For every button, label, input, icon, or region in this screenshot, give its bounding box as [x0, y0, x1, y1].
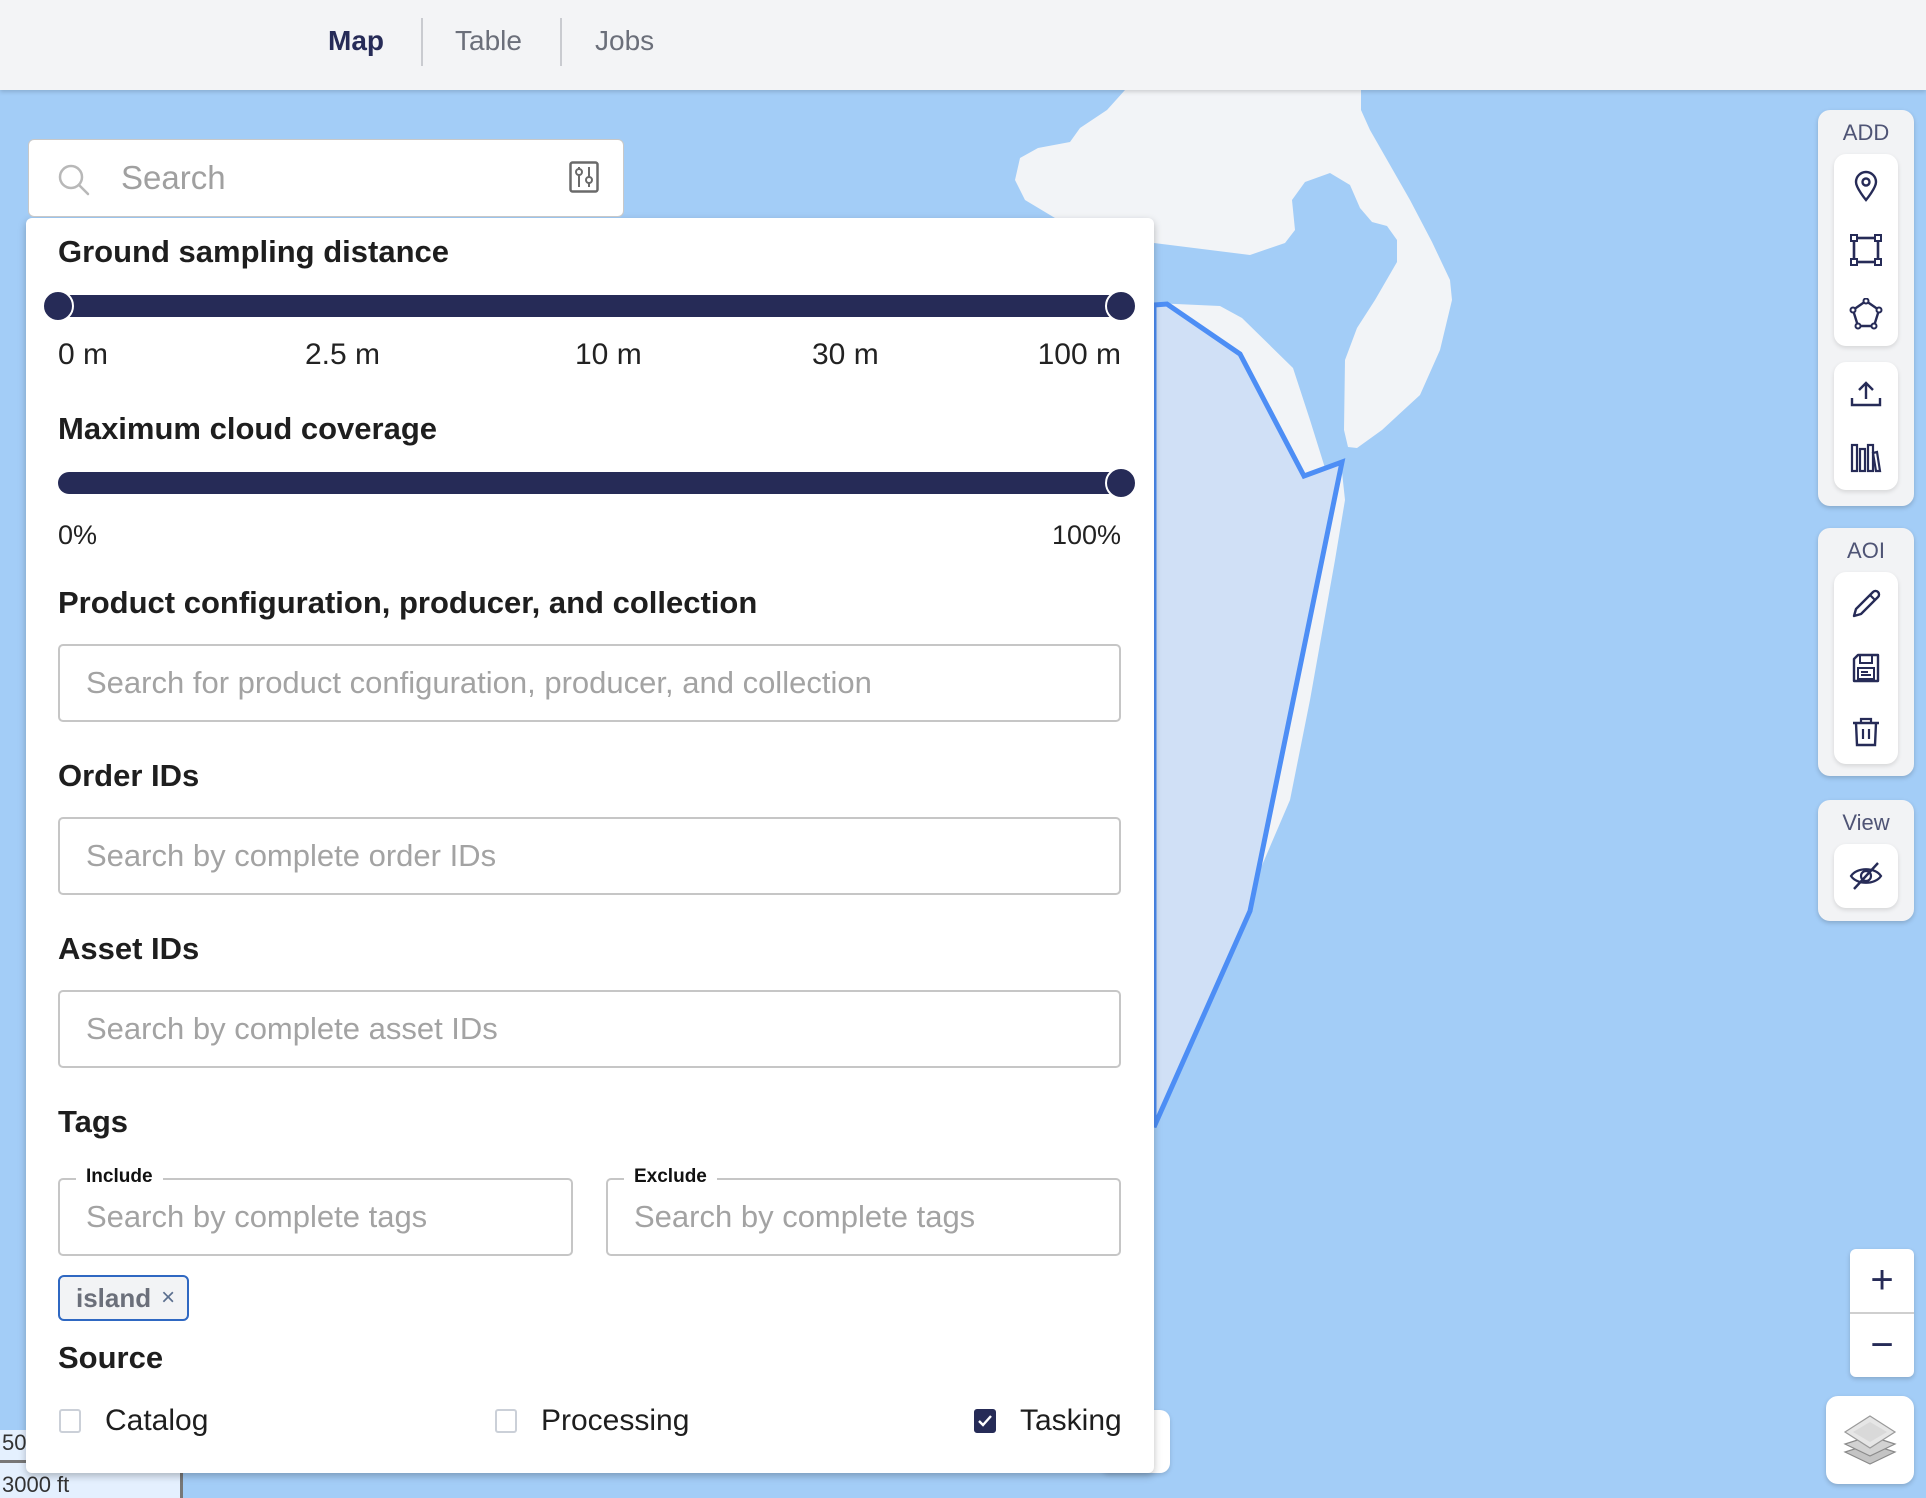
checkbox[interactable]	[974, 1409, 996, 1433]
layers-button[interactable]	[1826, 1396, 1914, 1484]
tags-include-label: Include	[76, 1166, 163, 1188]
eye-off-icon	[1849, 862, 1883, 890]
zoom-in-button[interactable]: +	[1850, 1249, 1914, 1312]
scale-imperial: 3000 ft	[2, 1472, 70, 1497]
import-tools-card	[1834, 362, 1898, 490]
search-icon	[58, 164, 90, 196]
library-icon	[1850, 443, 1882, 473]
aoi-tools-card	[1834, 572, 1898, 764]
delete-aoi-button[interactable]	[1834, 700, 1898, 764]
save-icon	[1852, 653, 1880, 683]
upload-button[interactable]	[1834, 362, 1898, 426]
order-ids-heading: Order IDs	[58, 758, 200, 793]
add-polygon-button[interactable]	[1834, 282, 1898, 346]
source-tasking-checkbox[interactable]: Tasking	[974, 1404, 1122, 1438]
top-nav: Map Table Jobs	[0, 0, 1926, 90]
view-tools-card	[1834, 844, 1898, 908]
gsd-tick-label: 100 m	[1037, 338, 1121, 371]
tags-include-field: Include	[58, 1166, 573, 1256]
asset-ids-heading: Asset IDs	[58, 931, 200, 966]
search-bar	[28, 139, 624, 217]
scale-metric: 50	[2, 1430, 27, 1455]
edit-aoi-button[interactable]	[1834, 572, 1898, 636]
tags-include-input[interactable]	[86, 1194, 546, 1240]
cloud-min-label: 0%	[58, 520, 98, 550]
cloud-max-label: 100%	[1051, 520, 1121, 550]
save-aoi-button[interactable]	[1834, 636, 1898, 700]
checkbox[interactable]	[59, 1409, 81, 1433]
add-group-label: ADD	[1842, 120, 1890, 145]
tags-heading: Tags	[58, 1104, 129, 1139]
checkbox-label: Tasking	[1020, 1404, 1122, 1437]
gsd-tick-label: 0 m	[58, 338, 109, 371]
rectangle-icon	[1850, 234, 1882, 266]
tab-map[interactable]: Map	[328, 22, 384, 60]
source-processing-checkbox[interactable]: Processing	[495, 1404, 689, 1438]
tag-chip: island ×	[58, 1275, 190, 1321]
gsd-slider-track	[58, 295, 1121, 317]
source-catalog-checkbox[interactable]: Catalog	[59, 1404, 208, 1438]
product-heading: Product configuration, producer, and col…	[58, 585, 758, 620]
tags-exclude-label: Exclude	[624, 1166, 717, 1188]
layers-icon	[1843, 1415, 1897, 1465]
toggle-visibility-button[interactable]	[1834, 844, 1898, 908]
library-button[interactable]	[1834, 426, 1898, 490]
tab-divider	[560, 18, 562, 66]
upload-icon	[1850, 381, 1882, 407]
aoi-tool-group: AOI	[1818, 528, 1914, 776]
checkbox[interactable]	[495, 1409, 517, 1433]
checkbox-label: Processing	[541, 1404, 690, 1437]
source-heading: Source	[58, 1340, 164, 1375]
close-icon[interactable]: ×	[161, 1286, 175, 1310]
delete-icon	[1853, 717, 1879, 747]
checkbox-label: Catalog	[105, 1404, 209, 1437]
search-input[interactable]	[121, 156, 561, 200]
zoom-control: + −	[1850, 1249, 1914, 1377]
filter-panel: Ground sampling distance 0 m 2.5 m 10 m …	[26, 218, 1154, 1473]
gsd-max-thumb[interactable]	[1105, 290, 1137, 322]
gsd-range-slider[interactable]	[42, 290, 1137, 322]
gsd-tick-label: 2.5 m	[305, 338, 381, 371]
tags-exclude-field: Exclude	[606, 1166, 1121, 1256]
aoi-group-label: AOI	[1847, 538, 1885, 563]
gsd-tick-label: 30 m	[812, 338, 879, 371]
sliders-icon[interactable]	[569, 161, 599, 193]
tags-exclude-input[interactable]	[634, 1194, 1094, 1240]
polygon-icon	[1849, 298, 1883, 330]
tab-jobs[interactable]: Jobs	[595, 22, 654, 60]
order-ids-input[interactable]	[58, 817, 1121, 895]
asset-ids-input[interactable]	[58, 990, 1121, 1068]
zoom-out-button[interactable]: −	[1850, 1314, 1914, 1377]
cloud-slider[interactable]	[58, 467, 1137, 499]
edit-icon	[1852, 589, 1881, 618]
tag-chip-label: island	[76, 1282, 152, 1313]
add-point-button[interactable]	[1834, 154, 1898, 218]
tab-table[interactable]: Table	[455, 22, 522, 60]
gsd-tick-label: 10 m	[575, 338, 642, 371]
tab-divider	[421, 18, 423, 66]
cloud-slider-track	[58, 472, 1121, 494]
point-icon	[1854, 170, 1878, 202]
gsd-heading: Ground sampling distance	[58, 234, 449, 269]
check-icon	[978, 1415, 992, 1427]
view-tool-group: View	[1818, 800, 1914, 921]
cloud-heading: Maximum cloud coverage	[58, 411, 438, 446]
product-search-input[interactable]	[58, 644, 1121, 722]
view-group-label: View	[1842, 810, 1890, 835]
cloud-thumb[interactable]	[1105, 467, 1137, 499]
add-rectangle-button[interactable]	[1834, 218, 1898, 282]
draw-tools-card	[1834, 154, 1898, 346]
gsd-min-thumb[interactable]	[42, 290, 74, 322]
add-tool-group: ADD	[1818, 110, 1914, 506]
